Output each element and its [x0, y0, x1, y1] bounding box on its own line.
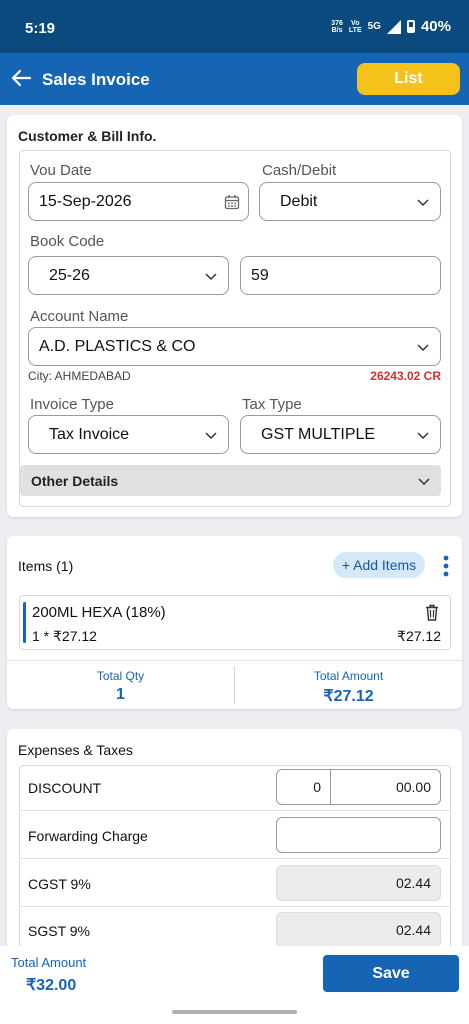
page-title: Sales Invoice [42, 70, 150, 89]
invoice-type-value: Tax Invoice [49, 425, 130, 443]
tax-type-label: Tax Type [242, 396, 302, 413]
total-qty-label: Total Qty [96, 669, 145, 683]
customer-section-title: Customer & Bill Info. [18, 128, 157, 144]
battery-percent: 40% [420, 18, 451, 35]
status-bar: 5:19 376 B/s Vo LTE 5G 40% [0, 0, 469, 53]
calendar-icon[interactable] [224, 194, 240, 210]
signal-icon [386, 19, 401, 34]
account-name-label: Account Name [30, 308, 129, 325]
vou-date-field[interactable]: 15-Sep-2026 [28, 182, 249, 221]
book-code-select[interactable]: 25-26 [28, 256, 229, 295]
volte-bottom: LTE [348, 26, 362, 34]
cgst-label: CGST 9% [28, 876, 91, 892]
bottom-bar: Total Amount ₹32.00 Save [0, 946, 469, 1024]
trash-icon[interactable] [425, 604, 439, 621]
cash-debit-value: Debit [280, 192, 318, 210]
other-details-expander[interactable]: Other Details [20, 465, 441, 496]
chevron-down-icon [417, 343, 429, 351]
save-button[interactable]: Save [323, 955, 459, 992]
cash-debit-label: Cash/Debit [262, 162, 337, 179]
chevron-down-icon [417, 198, 429, 206]
sgst-value: 02.44 [395, 922, 431, 938]
chevron-down-icon [205, 272, 217, 280]
net-speed-value: 376 [331, 19, 343, 27]
items-divider [7, 660, 462, 661]
item-qty-rate: 1 * ₹27.12 [32, 628, 97, 644]
discount-label: DISCOUNT [28, 780, 102, 796]
row-divider [19, 906, 451, 907]
vou-date-value: 15-Sep-2026 [39, 192, 132, 210]
city-text: City: AHMEDABAD [28, 369, 131, 383]
invoice-type-select[interactable]: Tax Invoice [28, 415, 229, 454]
list-item[interactable]: 200ML HEXA (18%) 1 * ₹27.12 ₹27.12 [19, 595, 451, 650]
row-divider [19, 810, 451, 811]
back-arrow-icon[interactable] [10, 67, 32, 89]
total-amount-value: ₹32.00 [26, 977, 77, 994]
invoice-type-label: Invoice Type [30, 396, 114, 413]
list-button[interactable]: List [357, 63, 460, 95]
volte-indicator: Vo LTE [349, 20, 362, 34]
book-number-field[interactable]: 59 [240, 256, 441, 295]
other-details-label: Other Details [31, 472, 119, 489]
total-amount-label: Total Amount [11, 955, 87, 970]
discount-percent-value: 0 [313, 779, 321, 795]
items-section-title: Items (1) [18, 558, 74, 574]
chevron-down-icon [205, 431, 217, 439]
item-accent-bar [23, 602, 26, 643]
cash-debit-select[interactable]: Debit [259, 182, 441, 221]
item-name: 200ML HEXA (18%) [32, 604, 166, 621]
net-speed-unit: B/s [331, 26, 343, 34]
tax-type-select[interactable]: GST MULTIPLE [240, 415, 441, 454]
battery-icon [406, 20, 415, 33]
book-number-value: 59 [251, 266, 269, 284]
forwarding-charge-label: Forwarding Charge [28, 828, 148, 844]
net-speed: 376 B/s [331, 20, 343, 34]
status-icons: 376 B/s Vo LTE 5G 40% [331, 18, 451, 35]
total-qty-value: 1 [116, 686, 125, 703]
sgst-label: SGST 9% [28, 923, 90, 939]
items-total-amount-label: Total Amount [313, 669, 384, 683]
item-amount: ₹27.12 [397, 628, 441, 644]
book-code-value: 25-26 [49, 266, 90, 284]
discount-percent-input[interactable]: 0 [276, 769, 331, 805]
expenses-section-title: Expenses & Taxes [18, 742, 133, 758]
app-bar: Sales Invoice List [0, 53, 469, 105]
tax-type-value: GST MULTIPLE [261, 425, 376, 443]
book-code-label: Book Code [30, 233, 105, 250]
items-total-amount-value: ₹27.12 [323, 688, 374, 705]
vou-date-label: Vou Date [30, 162, 92, 179]
forwarding-charge-input[interactable] [276, 817, 441, 853]
network-type: 5G [367, 21, 381, 32]
row-divider [19, 858, 451, 859]
sgst-input: 02.44 [276, 912, 441, 948]
chevron-down-icon [418, 477, 430, 485]
balance-text: 26243.02 CR [370, 369, 441, 383]
chevron-down-icon [417, 431, 429, 439]
cgst-value: 02.44 [395, 875, 431, 891]
cgst-input: 02.44 [276, 865, 441, 901]
volte-top: Vo [351, 19, 360, 27]
status-time: 5:19 [25, 20, 56, 37]
discount-amount-input[interactable]: 00.00 [330, 769, 441, 805]
kebab-menu-icon[interactable] [443, 555, 449, 577]
home-indicator[interactable] [172, 1010, 297, 1014]
account-name-select[interactable]: A.D. PLASTICS & CO [28, 327, 441, 366]
add-items-button[interactable]: + Add Items [333, 552, 425, 578]
discount-amount-value: 00.00 [395, 779, 431, 795]
account-name-value: A.D. PLASTICS & CO [39, 337, 196, 355]
